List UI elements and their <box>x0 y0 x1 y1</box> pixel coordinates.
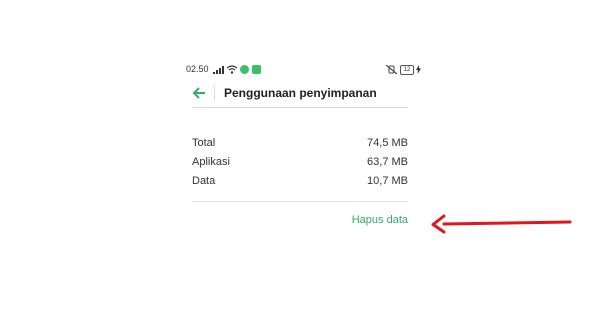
storage-value: 10,7 MB <box>367 175 408 187</box>
phone-screen: 02.50 12 Penggunaan penyimpanan Total 74… <box>178 57 426 253</box>
page-title: Penggunaan penyimpanan <box>224 86 377 100</box>
storage-value: 74,5 MB <box>367 137 408 149</box>
app-header: Penggunaan penyimpanan <box>192 83 412 105</box>
storage-row-data: Data 10,7 MB <box>192 175 408 194</box>
notification-message-icon <box>252 65 261 74</box>
signal-icon <box>213 66 224 74</box>
battery-indicator: 12 <box>400 65 414 75</box>
storage-label: Data <box>192 175 216 187</box>
status-bar: 02.50 12 <box>186 63 421 77</box>
wifi-icon <box>227 65 237 74</box>
status-time: 02.50 <box>186 64 209 74</box>
storage-row-total: Total 74,5 MB <box>192 137 408 156</box>
storage-row-apps: Aplikasi 63,7 MB <box>192 156 408 175</box>
page: 02.50 12 Penggunaan penyimpanan Total 74… <box>0 0 600 315</box>
notification-app-icon <box>240 65 249 74</box>
header-divider <box>214 85 215 101</box>
arrow-left-icon[interactable] <box>192 87 206 99</box>
storage-value: 63,7 MB <box>367 156 408 168</box>
header-separator <box>192 107 408 108</box>
red-arrow-annotation-icon <box>431 214 572 234</box>
storage-label: Aplikasi <box>192 156 230 168</box>
clear-data-button[interactable]: Hapus data <box>352 214 408 226</box>
list-divider <box>192 201 408 202</box>
storage-usage-list: Total 74,5 MB Aplikasi 63,7 MB Data 10,7… <box>192 137 408 194</box>
storage-label: Total <box>192 137 216 149</box>
vibrate-off-icon <box>386 65 397 74</box>
charging-icon <box>416 65 421 74</box>
